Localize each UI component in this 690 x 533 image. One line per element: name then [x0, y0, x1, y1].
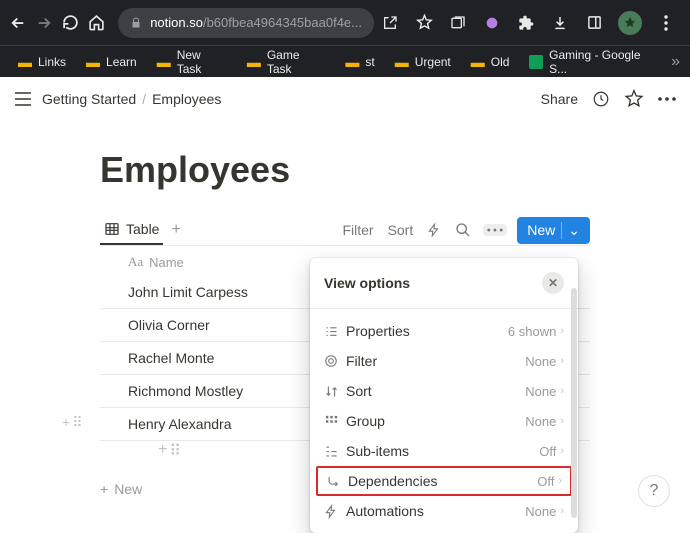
properties-icon	[324, 324, 346, 339]
close-button[interactable]: ✕	[542, 272, 564, 294]
collections-icon[interactable]	[448, 13, 468, 33]
add-view-button[interactable]: +	[163, 215, 188, 245]
view-option-automations[interactable]: Automations None›	[316, 496, 572, 526]
view-option-subitems[interactable]: Sub-items Off›	[316, 436, 572, 466]
sort-button[interactable]: Sort	[386, 220, 416, 240]
sort-icon	[324, 384, 346, 399]
share-icon[interactable]	[380, 13, 400, 33]
tab-table[interactable]: Table	[100, 215, 163, 245]
popover-title: View options	[324, 275, 410, 291]
view-option-filter[interactable]: Filter None›	[316, 346, 572, 376]
chevron-down-icon[interactable]: ⌄	[561, 222, 580, 239]
folder-icon: ▬	[247, 54, 261, 70]
folder-icon: ▬	[157, 54, 171, 70]
more-bookmarks[interactable]: »	[671, 53, 680, 71]
share-button[interactable]: Share	[541, 91, 578, 107]
more-icon[interactable]	[658, 97, 676, 101]
breadcrumb-current[interactable]: Employees	[152, 91, 221, 107]
column-header-name[interactable]: Aa Name	[128, 254, 184, 270]
favorite-icon[interactable]	[624, 89, 644, 109]
page-title: Employees	[100, 149, 590, 191]
new-button[interactable]: New⌄	[517, 217, 590, 244]
reload-button[interactable]	[60, 11, 80, 35]
extension1-icon[interactable]	[482, 13, 502, 33]
table-icon	[104, 221, 120, 237]
drag-handle-icon[interactable]: ⠿	[72, 414, 82, 431]
folder-icon: ▬	[86, 54, 100, 70]
filter-icon	[324, 354, 346, 368]
sidebar-toggle[interactable]	[14, 92, 32, 106]
bookmark-gaming[interactable]: Gaming - Google S...	[521, 44, 667, 80]
filter-button[interactable]: Filter	[340, 220, 375, 240]
view-option-group[interactable]: Group None›	[316, 406, 572, 436]
breadcrumb-root[interactable]: Getting Started	[42, 91, 136, 107]
folder-icon: ▬	[471, 54, 485, 70]
bookmark-st[interactable]: ▬st	[337, 50, 382, 74]
bookmark-gametask[interactable]: ▬Game Task	[239, 44, 334, 80]
popover-scrollbar[interactable]	[571, 288, 577, 518]
drag-handle-icon[interactable]: ⠿	[169, 441, 181, 461]
text-property-icon: Aa	[128, 254, 143, 270]
automations-icon	[324, 504, 346, 519]
url-host: notion.so	[150, 15, 203, 30]
updates-icon[interactable]	[592, 90, 610, 108]
profile-avatar[interactable]	[618, 11, 642, 35]
group-icon	[324, 414, 346, 429]
view-option-sort[interactable]: Sort None›	[316, 376, 572, 406]
view-options-button[interactable]	[483, 224, 507, 236]
view-option-properties[interactable]: Properties 6 shown›	[316, 316, 572, 346]
browser-menu-icon[interactable]	[656, 13, 676, 33]
forward-button[interactable]	[34, 11, 54, 35]
bookmark-urgent[interactable]: ▬Urgent	[387, 50, 459, 74]
lock-icon	[130, 17, 142, 29]
bolt-icon[interactable]	[425, 220, 443, 240]
view-option-dependencies[interactable]: Dependencies Off›	[316, 466, 572, 496]
folder-icon: ▬	[18, 54, 32, 70]
help-button[interactable]: ?	[638, 475, 670, 507]
add-icon[interactable]: +	[62, 414, 70, 431]
search-icon[interactable]	[453, 220, 473, 240]
url-path: /b60fbea4964345baa0f4e...	[203, 15, 362, 30]
extensions-icon[interactable]	[516, 13, 536, 33]
folder-icon: ▬	[395, 54, 409, 70]
back-button[interactable]	[8, 11, 28, 35]
breadcrumb-sep: /	[142, 91, 146, 107]
subitems-icon	[324, 444, 346, 459]
bookmark-newtask[interactable]: ▬New Task	[149, 44, 235, 80]
add-icon[interactable]: +	[158, 441, 167, 461]
dependencies-icon	[326, 474, 348, 489]
view-options-popover: View options ✕ Properties 6 shown› Filte…	[310, 258, 578, 533]
folder-icon: ▬	[345, 54, 359, 70]
bookmark-links[interactable]: ▬Links	[10, 50, 74, 74]
tab-overview-icon[interactable]	[584, 13, 604, 33]
url-bar[interactable]: notion.so/b60fbea4964345baa0f4e...	[118, 8, 374, 38]
bookmark-learn[interactable]: ▬Learn	[78, 50, 145, 74]
downloads-icon[interactable]	[550, 13, 570, 33]
bookmark-old[interactable]: ▬Old	[463, 50, 518, 74]
bookmark-star-icon[interactable]	[414, 13, 434, 33]
sheets-icon	[529, 55, 543, 69]
home-button[interactable]	[86, 11, 106, 35]
